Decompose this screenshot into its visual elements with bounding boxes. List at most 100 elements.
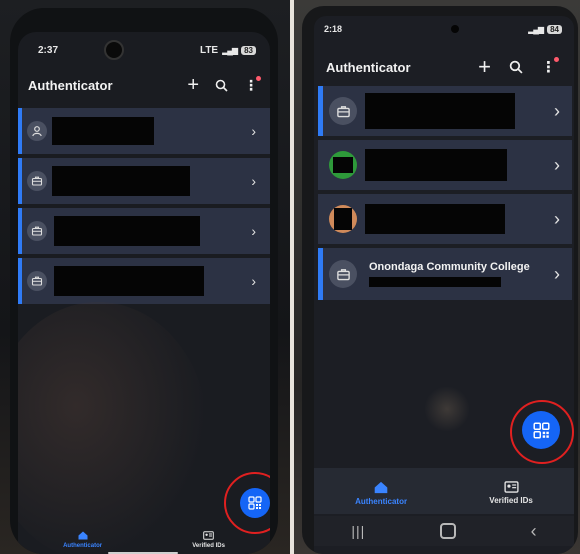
avatar (323, 151, 363, 179)
avatar (22, 121, 52, 141)
screen-reflection (18, 302, 208, 554)
redacted-account-name (365, 204, 505, 234)
nav-authenticator-label: Authenticator (63, 543, 103, 549)
status-time: 2:18 (324, 24, 343, 34)
status-bar: 2:18 ▂▄▆ 84 (314, 24, 574, 34)
left-phone-screen: 2:37 LTE ▂▄▆ 83 Authenticator + ⋮ › › › … (18, 32, 270, 554)
battery-icon: 84 (547, 24, 562, 34)
nav-verified-ids-label: Verified IDs (192, 543, 225, 549)
chevron-right-icon: › (554, 208, 560, 229)
briefcase-icon (336, 268, 350, 280)
account-row[interactable]: › (318, 86, 572, 136)
home-button[interactable] (439, 523, 456, 539)
nav-verified-ids-label: Verified IDs (489, 496, 533, 505)
chevron-right-icon: › (251, 273, 256, 289)
network-label: LTE (199, 44, 219, 56)
highlight-circle (224, 472, 270, 534)
person-icon (32, 126, 42, 137)
redacted-account-name (54, 266, 204, 296)
highlight-circle (510, 400, 574, 464)
briefcase-icon (31, 226, 43, 236)
account-row[interactable]: › (18, 208, 270, 254)
app-bar-actions: + ⋮ (187, 74, 261, 97)
briefcase-icon (31, 276, 43, 286)
redacted-account-email (369, 277, 501, 287)
more-menu-button[interactable]: ⋮ (244, 75, 261, 94)
avatar (323, 260, 363, 288)
id-card-icon (203, 531, 214, 540)
nav-authenticator-label: Authenticator (355, 496, 408, 506)
account-name: Onondaga Community College (369, 261, 530, 273)
redacted-avatar (334, 208, 352, 230)
more-menu-button[interactable]: ⋮ (541, 57, 559, 76)
search-button[interactable] (509, 60, 523, 74)
search-icon (215, 79, 228, 92)
home-icon (374, 481, 388, 493)
account-list: › › (318, 86, 572, 300)
status-icons: LTE ▂▄▆ 83 (200, 45, 256, 56)
system-nav-bar: ||| ‹ (314, 516, 574, 546)
right-phone-body: 2:18 ▂▄▆ 84 Authenticator + ⋮ › › › Onon… (302, 6, 578, 554)
redacted-avatar (333, 157, 353, 173)
chevron-right-icon: › (251, 123, 256, 139)
home-icon (78, 531, 88, 540)
avatar (323, 97, 363, 125)
account-row[interactable]: › (18, 258, 270, 304)
status-icons: ▂▄▆ 84 (528, 24, 562, 34)
notification-dot (554, 57, 559, 62)
signal-icon: ▂▄▆ (528, 24, 544, 34)
redacted-account-name (52, 117, 154, 145)
account-text: Onondaga Community College (369, 261, 530, 287)
account-row[interactable]: › (18, 158, 270, 204)
signal-icon: ▂▄▆ (222, 45, 238, 55)
account-list: › › (18, 108, 270, 304)
redacted-account-name (365, 93, 515, 129)
id-card-icon (504, 481, 519, 493)
bottom-nav: Authenticator Verified IDs (18, 528, 270, 552)
briefcase-icon (31, 176, 43, 186)
chevron-right-icon: › (554, 154, 560, 175)
left-phone-photo: 2:37 LTE ▂▄▆ 83 Authenticator + ⋮ › › › … (0, 0, 290, 554)
app-title: Authenticator (28, 77, 113, 93)
search-button[interactable] (215, 79, 228, 92)
avatar (22, 271, 52, 291)
battery-icon: 83 (241, 45, 256, 55)
chevron-right-icon: › (554, 100, 560, 121)
front-camera (103, 40, 124, 60)
nav-verified-ids[interactable]: Verified IDs (489, 481, 533, 505)
app-bar: Authenticator + ⋮ (18, 72, 270, 98)
avatar (22, 221, 52, 241)
right-phone-screen: 2:18 ▂▄▆ 84 Authenticator + ⋮ › › › Onon… (314, 16, 574, 554)
account-row[interactable]: › (318, 194, 572, 244)
recent-apps-button[interactable]: ||| (351, 523, 365, 539)
status-bar: 2:37 LTE ▂▄▆ 83 (18, 40, 270, 60)
account-row[interactable]: Onondaga Community College › (318, 248, 572, 300)
app-title: Authenticator (326, 59, 411, 75)
briefcase-icon (336, 105, 350, 117)
front-camera (451, 25, 460, 33)
nav-authenticator[interactable]: Authenticator (355, 481, 407, 506)
right-phone-photo: 2:18 ▂▄▆ 84 Authenticator + ⋮ › › › Onon… (294, 0, 580, 554)
app-bar-actions: + ⋮ (478, 54, 559, 80)
redacted-account-name (54, 216, 200, 246)
nav-verified-ids[interactable]: Verified IDs (192, 531, 225, 549)
status-time: 2:37 (38, 44, 59, 56)
notification-dot (256, 75, 261, 81)
chevron-right-icon: › (554, 263, 560, 284)
nav-authenticator[interactable]: Authenticator (63, 531, 102, 549)
account-row[interactable]: › (18, 108, 270, 154)
avatar (22, 171, 52, 191)
chevron-right-icon: › (251, 173, 256, 189)
left-phone-body: 2:37 LTE ▂▄▆ 83 Authenticator + ⋮ › › › … (10, 8, 278, 554)
back-button[interactable]: ‹ (531, 521, 537, 542)
chevron-right-icon: › (251, 223, 256, 239)
search-icon (509, 60, 523, 74)
avatar (323, 205, 363, 233)
app-bar: Authenticator + ⋮ (314, 54, 574, 80)
add-account-button[interactable]: + (187, 74, 199, 97)
account-row[interactable]: › (318, 140, 572, 190)
redacted-account-name (365, 149, 507, 181)
bottom-nav: Authenticator Verified IDs (314, 468, 574, 514)
add-account-button[interactable]: + (478, 54, 491, 80)
screen-reflection (424, 386, 470, 432)
